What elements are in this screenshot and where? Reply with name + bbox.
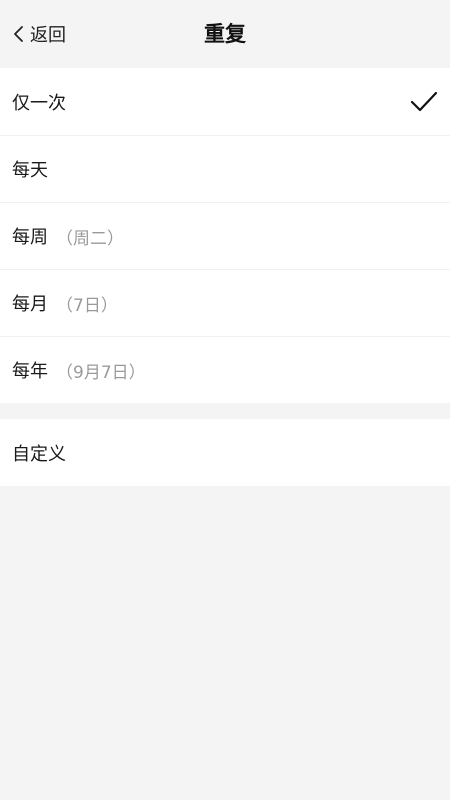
repeat-options-list: 仅一次 每天 每周 （周二） 每月 （7日） 每年 （9月7日） xyxy=(0,68,450,403)
option-label: 每年 xyxy=(12,361,48,382)
option-label: 每周 xyxy=(12,227,48,248)
back-button[interactable]: 返回 xyxy=(12,20,66,48)
checkmark-icon xyxy=(410,91,438,111)
page-title: 重复 xyxy=(204,22,246,46)
back-label: 返回 xyxy=(30,25,66,46)
option-label: 仅一次 xyxy=(12,92,66,114)
option-weekly[interactable]: 每周 （周二） xyxy=(0,202,450,269)
option-hint: （7日） xyxy=(56,295,118,316)
option-hint: （9月7日） xyxy=(56,362,146,383)
option-label: 每月 xyxy=(12,294,48,315)
option-custom[interactable]: 自定义 xyxy=(0,419,450,486)
custom-options-list: 自定义 xyxy=(0,419,450,486)
chevron-left-icon xyxy=(14,26,23,42)
option-label: 自定义 xyxy=(12,443,66,465)
option-monthly[interactable]: 每月 （7日） xyxy=(0,269,450,336)
option-once[interactable]: 仅一次 xyxy=(0,68,450,135)
section-divider xyxy=(0,403,450,419)
option-label: 每天 xyxy=(12,160,48,181)
option-hint: （周二） xyxy=(56,228,124,249)
header-bar: 返回 重复 xyxy=(0,0,450,68)
option-daily[interactable]: 每天 xyxy=(0,135,450,202)
option-yearly[interactable]: 每年 （9月7日） xyxy=(0,336,450,403)
repeat-screen: 返回 重复 仅一次 每天 每周 （周二） 每月 （7日） 每年 （9月7日） 自… xyxy=(0,0,450,800)
